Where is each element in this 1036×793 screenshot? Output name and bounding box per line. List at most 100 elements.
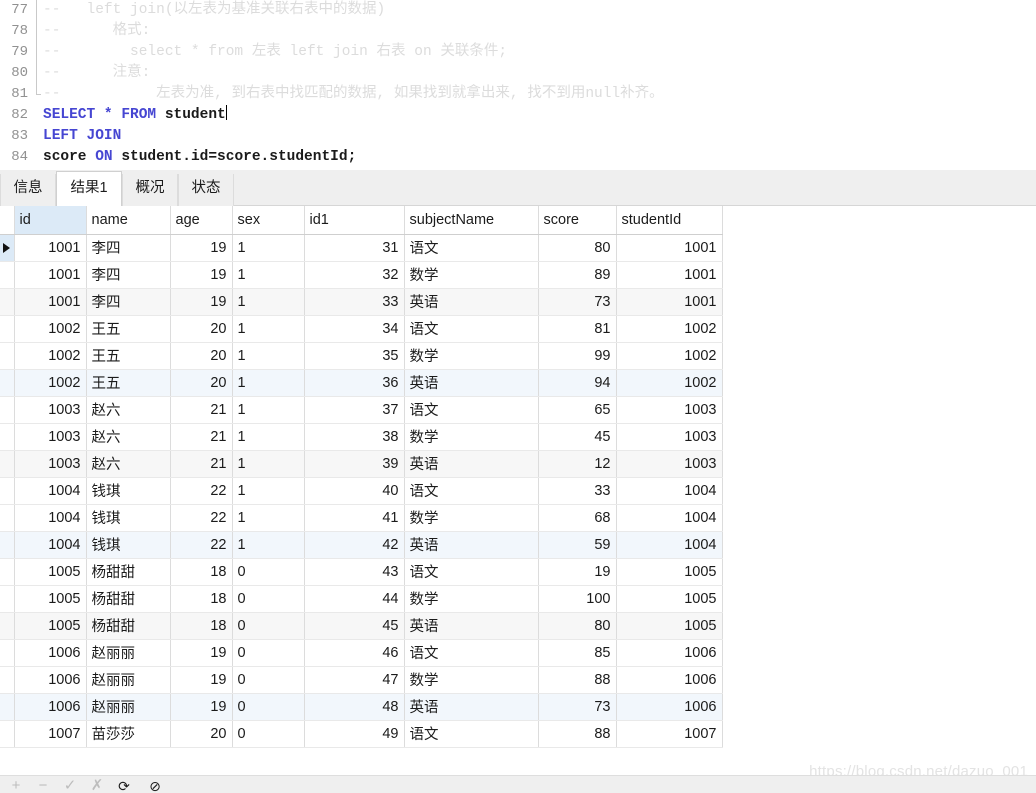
cell-sex[interactable]: 0 <box>232 693 305 721</box>
cell-id1[interactable]: 45 <box>304 612 405 640</box>
cell-id[interactable]: 1007 <box>14 720 87 748</box>
cell-subjectName[interactable]: 数学 <box>404 666 539 694</box>
cell-sex[interactable]: 1 <box>232 504 305 532</box>
column-header-studentId[interactable]: studentId <box>616 206 723 235</box>
cell-id1[interactable]: 44 <box>304 585 405 613</box>
row-selector-cell[interactable] <box>0 666 15 694</box>
cell-id1[interactable]: 35 <box>304 342 405 370</box>
row-selector-cell[interactable] <box>0 477 15 505</box>
cell-studentId[interactable]: 1002 <box>616 342 723 370</box>
row-selector-cell[interactable] <box>0 504 15 532</box>
fold-gutter-icon[interactable] <box>33 147 43 168</box>
cell-id[interactable]: 1006 <box>14 693 87 721</box>
cell-name[interactable]: 赵六 <box>86 396 171 424</box>
cell-studentId[interactable]: 1001 <box>616 234 723 262</box>
column-header-id[interactable]: id <box>14 206 87 235</box>
tab-1[interactable]: 信息 <box>0 174 56 206</box>
cell-sex[interactable]: 1 <box>232 234 305 262</box>
fold-gutter-icon[interactable] <box>33 63 43 84</box>
cell-score[interactable]: 65 <box>538 396 617 424</box>
cell-sex[interactable]: 1 <box>232 369 305 397</box>
tab-2[interactable]: 结果1 <box>56 171 122 206</box>
cell-sex[interactable]: 1 <box>232 531 305 559</box>
cell-id[interactable]: 1003 <box>14 450 87 478</box>
cell-name[interactable]: 杨甜甜 <box>86 585 171 613</box>
table-row[interactable]: 1006 赵丽丽 19 0 48 英语 73 1006 <box>0 693 723 721</box>
cell-studentId[interactable]: 1002 <box>616 315 723 343</box>
row-selector-cell[interactable] <box>0 423 15 451</box>
cell-id[interactable]: 1001 <box>14 234 87 262</box>
cell-score[interactable]: 59 <box>538 531 617 559</box>
cell-subjectName[interactable]: 数学 <box>404 423 539 451</box>
cell-id[interactable]: 1004 <box>14 504 87 532</box>
cell-score[interactable]: 89 <box>538 261 617 289</box>
refresh-icon[interactable]: ⟳ <box>114 778 134 793</box>
cell-id1[interactable]: 46 <box>304 639 405 667</box>
cell-score[interactable]: 88 <box>538 720 617 748</box>
cell-subjectName[interactable]: 语文 <box>404 396 539 424</box>
code-line[interactable]: 77 -- left join(以左表为基准关联右表中的数据) <box>0 0 1036 21</box>
cell-sex[interactable]: 1 <box>232 477 305 505</box>
cell-sex[interactable]: 0 <box>232 720 305 748</box>
cell-studentId[interactable]: 1005 <box>616 612 723 640</box>
cell-id1[interactable]: 31 <box>304 234 405 262</box>
table-row[interactable]: 1004 钱琪 22 1 41 数学 68 1004 <box>0 504 723 532</box>
cell-id1[interactable]: 33 <box>304 288 405 316</box>
cell-id1[interactable]: 34 <box>304 315 405 343</box>
cell-studentId[interactable]: 1001 <box>616 261 723 289</box>
row-selector-cell[interactable] <box>0 234 15 262</box>
cell-studentId[interactable]: 1006 <box>616 693 723 721</box>
cell-name[interactable]: 赵六 <box>86 423 171 451</box>
column-header-subjectName[interactable]: subjectName <box>404 206 539 235</box>
code-line[interactable]: 84 score ON student.id=score.studentId; <box>0 147 1036 168</box>
code-line[interactable]: 81 -- 左表为准, 到右表中找匹配的数据, 如果找到就拿出来, 找不到用nul… <box>0 84 1036 105</box>
table-row[interactable]: 1005 杨甜甜 18 0 45 英语 80 1005 <box>0 612 723 640</box>
cell-age[interactable]: 19 <box>170 288 233 316</box>
cell-id[interactable]: 1002 <box>14 315 87 343</box>
cell-id1[interactable]: 36 <box>304 369 405 397</box>
cell-subjectName[interactable]: 英语 <box>404 612 539 640</box>
ban-icon[interactable]: ⊘ <box>145 778 165 793</box>
cell-studentId[interactable]: 1001 <box>616 288 723 316</box>
cell-name[interactable]: 李四 <box>86 288 171 316</box>
table-row[interactable]: 1003 赵六 21 1 39 英语 12 1003 <box>0 450 723 478</box>
cell-id1[interactable]: 42 <box>304 531 405 559</box>
row-selector-cell[interactable] <box>0 450 15 478</box>
cell-subjectName[interactable]: 英语 <box>404 450 539 478</box>
cell-score[interactable]: 94 <box>538 369 617 397</box>
cell-age[interactable]: 19 <box>170 693 233 721</box>
column-header-id1[interactable]: id1 <box>304 206 405 235</box>
cell-subjectName[interactable]: 英语 <box>404 693 539 721</box>
table-row[interactable]: 1002 王五 20 1 34 语文 81 1002 <box>0 315 723 343</box>
cell-age[interactable]: 20 <box>170 315 233 343</box>
cell-id[interactable]: 1006 <box>14 666 87 694</box>
cell-subjectName[interactable]: 数学 <box>404 261 539 289</box>
row-selector-cell[interactable] <box>0 288 15 316</box>
cell-sex[interactable]: 1 <box>232 315 305 343</box>
cell-name[interactable]: 赵丽丽 <box>86 666 171 694</box>
cell-studentId[interactable]: 1003 <box>616 450 723 478</box>
cell-studentId[interactable]: 1004 <box>616 477 723 505</box>
cell-id[interactable]: 1002 <box>14 342 87 370</box>
cell-age[interactable]: 22 <box>170 504 233 532</box>
cell-name[interactable]: 王五 <box>86 342 171 370</box>
cell-subjectName[interactable]: 语文 <box>404 639 539 667</box>
cell-score[interactable]: 99 <box>538 342 617 370</box>
cell-sex[interactable]: 1 <box>232 342 305 370</box>
cell-name[interactable]: 赵丽丽 <box>86 693 171 721</box>
cell-score[interactable]: 88 <box>538 666 617 694</box>
row-selector-cell[interactable] <box>0 369 15 397</box>
cell-id1[interactable]: 40 <box>304 477 405 505</box>
cell-age[interactable]: 22 <box>170 531 233 559</box>
cell-id1[interactable]: 39 <box>304 450 405 478</box>
table-row[interactable]: 1006 赵丽丽 19 0 46 语文 85 1006 <box>0 639 723 667</box>
fold-gutter-icon[interactable] <box>33 84 43 105</box>
cell-score[interactable]: 73 <box>538 288 617 316</box>
cell-sex[interactable]: 1 <box>232 288 305 316</box>
result-grid-container[interactable]: id name age sex id1 subjectName score studentId… <box>0 206 1036 761</box>
code-line[interactable]: 78 -- 格式: <box>0 21 1036 42</box>
row-selector-cell[interactable] <box>0 693 15 721</box>
cell-name[interactable]: 钱琪 <box>86 504 171 532</box>
cell-name[interactable]: 李四 <box>86 261 171 289</box>
cell-subjectName[interactable]: 语文 <box>404 477 539 505</box>
